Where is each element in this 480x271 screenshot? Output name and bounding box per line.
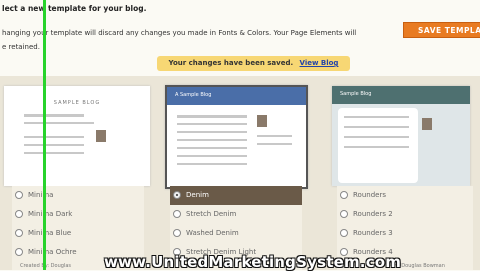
template-option[interactable]: Rounders <box>337 186 473 205</box>
template-warning-text-2: e retained. <box>2 43 40 51</box>
template-option[interactable]: Rounders 2 <box>337 205 473 224</box>
option-label: Washed Denim <box>186 229 239 237</box>
radio-button[interactable] <box>15 191 23 199</box>
radio-button[interactable] <box>340 191 348 199</box>
thumb-post-block <box>177 163 247 165</box>
thumb-post-block <box>177 131 247 133</box>
radio-button[interactable] <box>173 229 181 237</box>
thumbnail-blog-title: A Sample Blog <box>175 92 212 98</box>
radio-button[interactable] <box>173 191 181 199</box>
option-label: Rounders 2 <box>353 210 393 218</box>
template-option[interactable]: Washed Denim <box>170 224 302 243</box>
thumb-avatar <box>422 118 432 130</box>
template-thumbnail-rounders[interactable]: Sample Blog <box>332 86 470 186</box>
option-label: Rounders <box>353 191 386 199</box>
thumb-post-block <box>177 155 247 157</box>
thumb-avatar <box>96 130 106 142</box>
option-label: Rounders 3 <box>353 229 393 237</box>
thumbnail-blog-title: SAMPLE BLOG <box>53 100 101 106</box>
thumb-post-block <box>344 116 409 118</box>
radio-button[interactable] <box>15 229 23 237</box>
radio-button[interactable] <box>173 210 181 218</box>
radio-button[interactable] <box>340 210 348 218</box>
thumb-post-block <box>24 152 84 154</box>
view-blog-link[interactable]: View Blog <box>300 59 339 67</box>
thumb-post-block <box>257 135 292 137</box>
template-option[interactable]: Rounders 3 <box>337 224 473 243</box>
thumb-post-block <box>24 144 84 146</box>
template-warning-text: hanging your template will discard any c… <box>2 29 357 37</box>
thumb-post-block <box>24 114 84 117</box>
template-option[interactable]: Minima Blue <box>12 224 144 243</box>
template-option-selected[interactable]: Denim <box>170 186 302 205</box>
green-guide-line <box>43 0 46 270</box>
thumb-post-block <box>344 126 409 128</box>
save-template-button[interactable]: SAVE TEMPLA <box>403 22 480 38</box>
thumb-post-block <box>177 147 247 149</box>
radio-button[interactable] <box>15 248 23 256</box>
thumb-post-block <box>257 143 292 145</box>
radio-button[interactable] <box>340 229 348 237</box>
option-label: Minima Dark <box>28 210 73 218</box>
thumb-avatar <box>257 115 267 127</box>
option-label: Minima Ochre <box>28 248 77 256</box>
option-label: Minima Blue <box>28 229 72 237</box>
thumb-post-block <box>24 122 94 124</box>
option-label: Stretch Denim <box>186 210 237 218</box>
template-option[interactable]: Minima Dark <box>12 205 144 224</box>
watermark-url: www.UnitedMarketingSystem.com <box>104 253 402 271</box>
template-thumbnail-denim[interactable]: A Sample Blog <box>165 85 308 189</box>
saved-notice: Your changes have been saved. View Blog <box>157 56 350 71</box>
template-option[interactable]: Stretch Denim <box>170 205 302 224</box>
thumb-post-block <box>177 115 247 118</box>
thumb-post-block <box>177 139 247 141</box>
thumb-post-block <box>344 136 409 138</box>
option-label: Denim <box>186 191 209 199</box>
template-option[interactable]: Minima <box>12 186 144 205</box>
thumb-post-block <box>24 136 84 138</box>
radio-button[interactable] <box>15 210 23 218</box>
option-label: Minima <box>28 191 54 199</box>
thumb-post-block <box>177 123 247 125</box>
page-heading: lect a new template for your blog. <box>2 4 147 13</box>
thumbnail-blog-title: Sample Blog <box>340 91 372 97</box>
template-thumbnail-minima[interactable]: SAMPLE BLOG <box>4 86 150 186</box>
thumb-post-block <box>344 146 409 148</box>
saved-notice-text: Your changes have been saved. <box>168 59 294 67</box>
